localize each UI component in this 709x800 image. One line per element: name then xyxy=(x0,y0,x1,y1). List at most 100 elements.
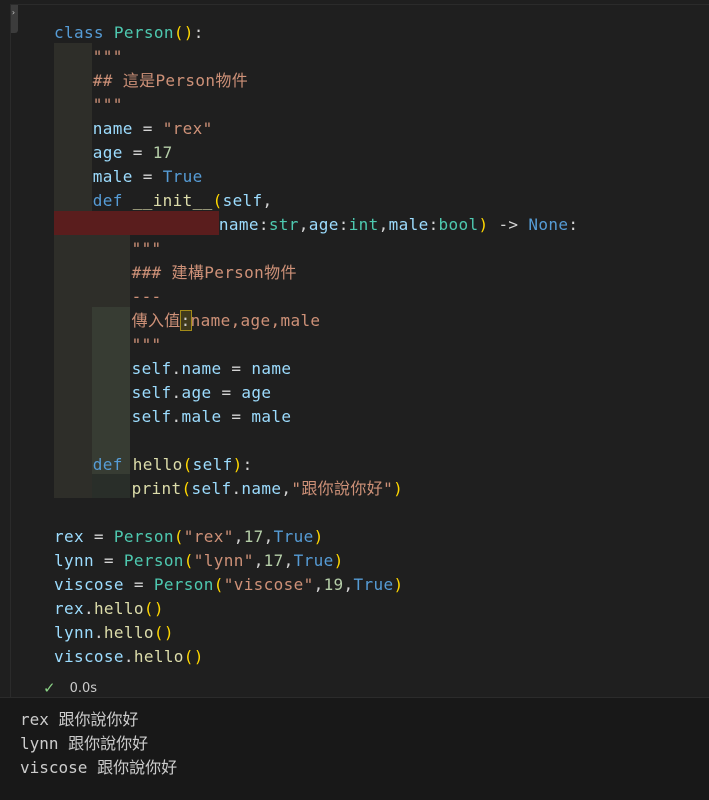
code-token: . xyxy=(123,647,134,666)
code-token: () xyxy=(153,623,174,642)
code-line: male = True xyxy=(93,165,203,189)
code-line: self.name = name xyxy=(132,357,292,381)
code-line: name:str,age:int,male:bool) -> None: xyxy=(219,213,578,237)
code-token: ( xyxy=(173,527,184,546)
code-token: True xyxy=(293,551,334,570)
code-token: : xyxy=(428,215,439,234)
code-line: ## 這是Person物件 xyxy=(93,69,248,93)
code-token: viscose xyxy=(54,647,124,666)
output-line-1: rex 跟你說你好 xyxy=(20,710,139,729)
code-token: = xyxy=(221,359,252,378)
code-token: name xyxy=(218,215,259,234)
code-token: () xyxy=(183,647,204,666)
code-token: def xyxy=(92,191,133,210)
code-token: self xyxy=(131,359,172,378)
code-token: ( xyxy=(212,191,223,210)
check-icon: ✓ xyxy=(43,679,56,697)
code-token: self xyxy=(131,407,172,426)
code-token: . xyxy=(83,599,94,618)
chevron-icon: › xyxy=(11,8,16,17)
code-token: 19 xyxy=(323,575,344,594)
cell-output: rex 跟你說你好 lynn 跟你說你好 viscose 跟你說你好 xyxy=(0,697,709,800)
code-token: --- xyxy=(131,287,162,306)
code-token: ) xyxy=(313,527,324,546)
code-token: """ xyxy=(92,95,123,114)
code-token: lynn xyxy=(54,623,94,642)
output-line-3: viscose 跟你說你好 xyxy=(20,758,178,777)
code-token: Person xyxy=(113,23,174,42)
code-token: self xyxy=(222,191,263,210)
code-token: True xyxy=(273,527,314,546)
code-token: name xyxy=(251,359,292,378)
code-token: hello xyxy=(103,623,154,642)
code-line: def __init__(self, xyxy=(93,189,273,213)
code-token: lynn xyxy=(54,551,94,570)
notebook-code-cell[interactable]: › class Person(): """ ## 這是Person物件 """ name… xyxy=(10,4,709,698)
code-token: . xyxy=(171,383,182,402)
code-token: ) xyxy=(333,551,344,570)
code-token: """ xyxy=(131,239,162,258)
code-token: , xyxy=(343,575,354,594)
code-token: str xyxy=(268,215,299,234)
code-token: hello xyxy=(132,455,183,474)
code-token: hello xyxy=(133,647,184,666)
code-line: viscose = Person("viscose",19,True) xyxy=(54,573,403,597)
output-line-2: lynn 跟你說你好 xyxy=(20,734,149,753)
code-token: ( xyxy=(181,479,192,498)
code-line: --- xyxy=(132,285,162,309)
code-token: ( xyxy=(213,575,224,594)
code-line: name = "rex" xyxy=(93,117,213,141)
code-token: "viscose" xyxy=(223,575,314,594)
code-token: , xyxy=(283,551,294,570)
code-token: ### 建構Person物件 xyxy=(131,263,297,282)
code-token: . xyxy=(231,479,242,498)
code-token: self xyxy=(191,479,232,498)
code-line: print(self.name,"跟你說你好") xyxy=(132,477,403,501)
code-token: = xyxy=(221,407,252,426)
code-line: rex = Person("rex",17,True) xyxy=(54,525,324,549)
code-line: lynn = Person("lynn",17,True) xyxy=(54,549,344,573)
code-line: """ xyxy=(93,93,123,117)
code-token: Person xyxy=(153,575,214,594)
code-token: , xyxy=(263,527,274,546)
code-token: name,age,male xyxy=(190,311,321,330)
code-token: True xyxy=(353,575,394,594)
code-token: """ xyxy=(131,335,162,354)
code-token: name xyxy=(92,119,133,138)
code-token: , xyxy=(253,551,264,570)
code-token: male xyxy=(251,407,292,426)
code-token: . xyxy=(171,359,182,378)
code-token: : xyxy=(193,23,204,42)
code-token: male xyxy=(181,407,222,426)
code-token: , xyxy=(298,215,309,234)
code-token: Person xyxy=(113,527,174,546)
code-token: , xyxy=(281,479,292,498)
code-token: print xyxy=(131,479,182,498)
code-token: __init__ xyxy=(132,191,213,210)
code-token: age xyxy=(308,215,339,234)
code-token: , xyxy=(262,191,273,210)
code-line: 傳入值:name,age,male xyxy=(132,309,321,333)
code-token: "跟你說你好" xyxy=(291,479,394,498)
code-token: , xyxy=(233,527,244,546)
code-token: hello xyxy=(93,599,144,618)
code-token: -> xyxy=(488,215,529,234)
code-token: viscose xyxy=(54,575,124,594)
code-token: int xyxy=(348,215,379,234)
cell-toggle-handle[interactable]: › xyxy=(11,5,18,33)
code-token: 傳入值 xyxy=(131,311,181,330)
code-token: = xyxy=(122,143,153,162)
code-token: 17 xyxy=(152,143,173,162)
code-token: , xyxy=(313,575,324,594)
code-token: name xyxy=(241,479,282,498)
code-token: ) xyxy=(232,455,243,474)
code-token: = xyxy=(123,575,154,594)
code-token: class xyxy=(54,23,114,42)
code-line: viscose.hello() xyxy=(54,645,204,669)
code-token: True xyxy=(162,167,203,186)
code-token: age xyxy=(241,383,272,402)
code-token: rex xyxy=(54,527,84,546)
code-token: = xyxy=(93,551,124,570)
code-token: = xyxy=(132,119,163,138)
code-token: () xyxy=(173,23,194,42)
